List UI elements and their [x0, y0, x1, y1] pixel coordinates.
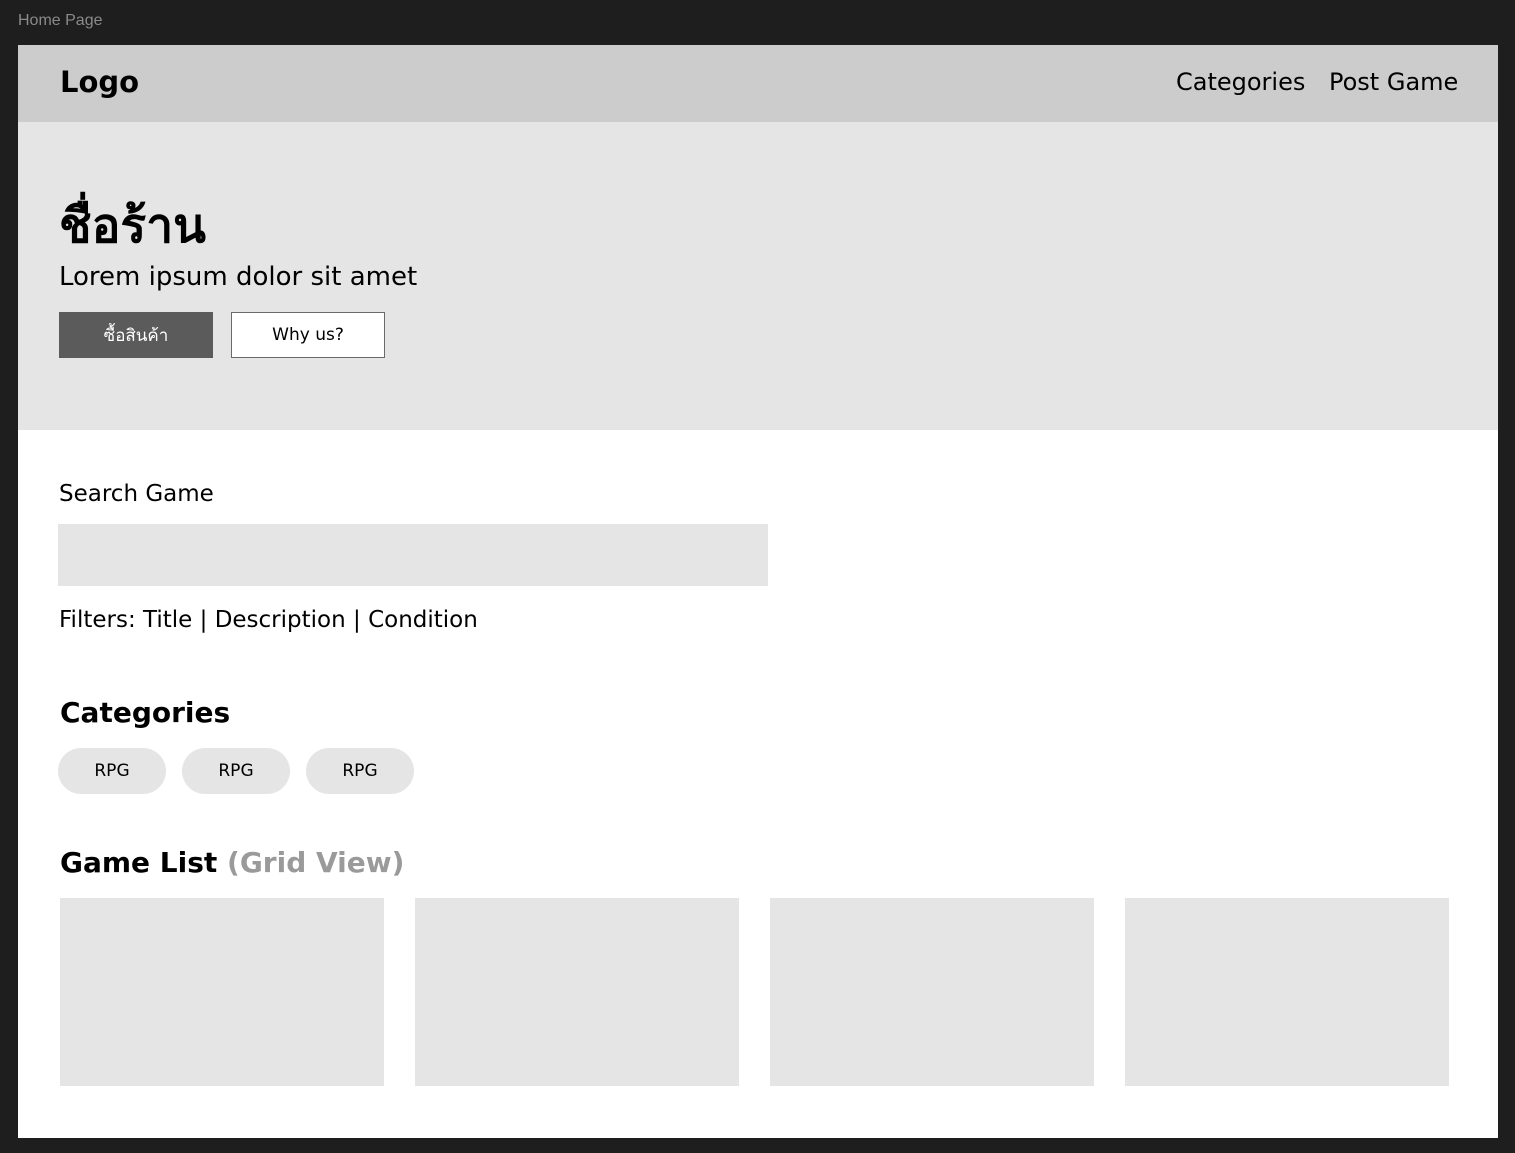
buy-button[interactable]: ซื้อสินค้า [59, 312, 213, 358]
search-label: Search Game [59, 481, 214, 507]
hero-section: ชื่อร้าน Lorem ipsum dolor sit amet ซื้อ… [18, 122, 1498, 430]
filter-condition[interactable]: Condition [368, 607, 478, 633]
category-pills: RPG RPG RPG [58, 748, 414, 794]
category-pill[interactable]: RPG [306, 748, 414, 794]
category-pill[interactable]: RPG [182, 748, 290, 794]
home-page-frame: Logo Categories Post Game ชื่อร้าน Lorem… [18, 45, 1498, 1138]
game-card[interactable] [1125, 898, 1449, 1086]
game-card[interactable] [770, 898, 1094, 1086]
filters-prefix: Filters: [59, 607, 136, 633]
nav-link-categories[interactable]: Categories [1176, 68, 1305, 96]
filter-description[interactable]: Description [215, 607, 346, 633]
filter-separator: | [199, 607, 208, 633]
game-list-view-note: (Grid View) [227, 846, 405, 879]
game-card[interactable] [415, 898, 739, 1086]
search-input[interactable] [58, 524, 768, 586]
categories-heading: Categories [60, 696, 231, 729]
filter-separator: | [353, 607, 361, 633]
frame-label: Home Page [18, 12, 103, 29]
logo[interactable]: Logo [60, 65, 139, 99]
nav-link-post-game[interactable]: Post Game [1329, 68, 1458, 96]
category-pill[interactable]: RPG [58, 748, 166, 794]
filter-title[interactable]: Title [143, 607, 192, 633]
game-list-title: Game List [60, 846, 218, 879]
why-us-button[interactable]: Why us? [231, 312, 385, 358]
game-list-heading: Game List (Grid View) [60, 846, 404, 879]
filters: Filters: Title | Description | Condition [59, 607, 478, 633]
game-grid [60, 898, 1449, 1086]
game-card[interactable] [60, 898, 384, 1086]
navbar: Logo Categories Post Game [18, 45, 1498, 122]
hero-subtitle: Lorem ipsum dolor sit amet [59, 262, 418, 292]
hero-title: ชื่อร้าน [59, 198, 206, 254]
